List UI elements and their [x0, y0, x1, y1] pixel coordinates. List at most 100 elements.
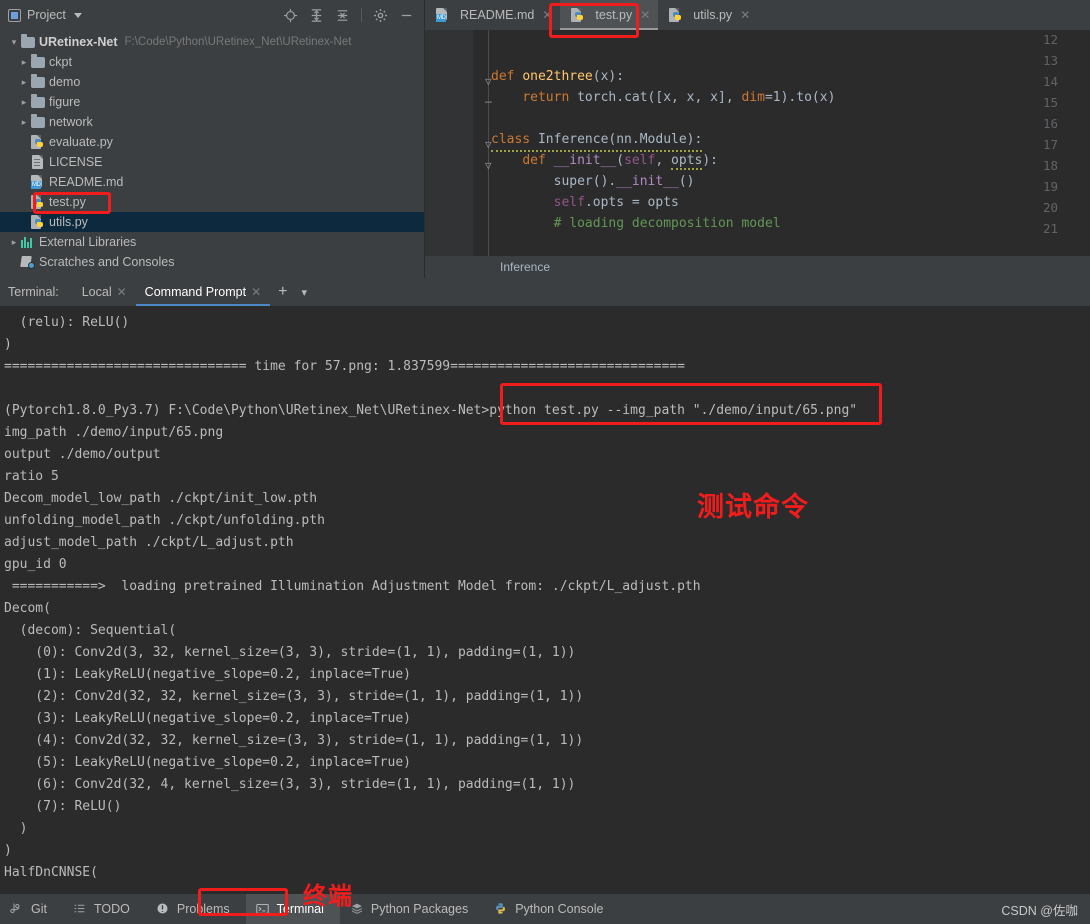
terminal-line: ) — [4, 337, 12, 352]
terminal-line: (4): Conv2d(32, 32, kernel_size=(3, 3), … — [4, 733, 584, 748]
code-line-15: return torch.cat([x, x, x], dim=1).to(x) — [522, 90, 836, 105]
tab-test-py[interactable]: test.py ✕ — [560, 0, 659, 30]
status-item-python-console[interactable]: Python Console — [484, 894, 619, 924]
terminal-output[interactable]: (relu): ReLU() ) =======================… — [0, 306, 1090, 894]
tree-item-label: evaluate.py — [49, 135, 113, 149]
libraries-icon — [20, 236, 35, 248]
line-number: 12 — [1042, 32, 1058, 47]
tab-label: utils.py — [693, 8, 733, 22]
terminal-line: ===========> loading pretrained Illumina… — [4, 579, 701, 594]
status-item-terminal[interactable]: Terminal — [245, 894, 340, 924]
scratches-icon — [19, 255, 35, 269]
terminal-line: (relu): ReLU() — [4, 315, 130, 330]
breadcrumb[interactable]: Inference — [425, 256, 1090, 278]
tree-item-readme-md[interactable]: MD README.md — [0, 172, 424, 192]
tab-utils-py[interactable]: utils.py ✕ — [658, 0, 758, 30]
terminal-line: HalfDnCNNSE( — [4, 865, 98, 880]
code-line-21: # loading decomposition model — [553, 216, 781, 231]
status-item-label: Python Console — [515, 902, 604, 916]
line-number: 19 — [1042, 179, 1058, 194]
tree-item-label: network — [49, 115, 93, 129]
terminal-line: ratio 5 — [4, 469, 59, 484]
status-item-problems[interactable]: Problems — [146, 894, 246, 924]
expand-all-icon[interactable] — [309, 8, 324, 23]
terminal-line: (6): Conv2d(32, 4, kernel_size=(3, 3), s… — [4, 777, 576, 792]
status-item-git[interactable]: Git — [0, 894, 63, 924]
tab-readme-md[interactable]: MD README.md ✕ — [425, 0, 560, 30]
line-number: 18 — [1042, 158, 1058, 173]
terminal-tab-label: Local — [81, 285, 112, 299]
code-line-20: self.opts = opts — [553, 195, 679, 210]
terminal-line: gpu_id 0 — [4, 557, 67, 572]
locate-icon[interactable] — [283, 8, 298, 23]
tree-item-label: LICENSE — [49, 155, 103, 169]
editor-tab-bar: MD README.md ✕ test.py ✕ utils.py ✕ — [425, 0, 1090, 30]
terminal-line: (0): Conv2d(3, 32, kernel_size=(3, 3), s… — [4, 645, 576, 660]
code-line-18: def __init__(self, opts): — [522, 153, 719, 170]
close-icon[interactable]: ✕ — [640, 8, 650, 22]
tree-item-label: README.md — [49, 175, 124, 189]
folder-icon — [30, 93, 45, 108]
tree-item-license[interactable]: LICENSE — [0, 152, 424, 172]
close-icon[interactable]: ✕ — [740, 8, 750, 22]
status-item-label: Terminal — [276, 902, 324, 916]
status-item-python-packages[interactable]: Python Packages — [340, 894, 484, 924]
tree-item-figure[interactable]: figure — [0, 92, 424, 112]
tree-item-uretinex-net[interactable]: URetinex-Net F:\Code\Python\URetinex_Net… — [0, 32, 424, 52]
chevron-right-icon[interactable] — [18, 77, 30, 88]
terminal-line: (7): ReLU() — [4, 799, 122, 814]
chevron-down-icon[interactable]: ▾ — [296, 278, 314, 306]
text-file-icon — [30, 155, 45, 169]
code-editor[interactable]: 12 13 14 15 16 17 18 19 20 21 ▽ ─ ▽ ▽ de… — [425, 30, 1090, 256]
folder-icon — [20, 33, 35, 48]
todo-list-icon — [73, 902, 88, 917]
project-toolbar — [283, 8, 418, 23]
chevron-down-icon[interactable] — [73, 12, 82, 18]
terminal-icon — [255, 902, 271, 917]
tree-item-evaluate-py[interactable]: evaluate.py — [0, 132, 424, 152]
pycharm-window: Project ▾ URetinex-Net F:\Code\Python\UR… — [0, 0, 1090, 924]
chevron-right-icon[interactable] — [8, 237, 20, 248]
project-title-button[interactable]: Project — [8, 8, 82, 22]
code-line-17: class Inference(nn.Module): — [491, 129, 703, 152]
status-item-label: Git — [31, 902, 47, 916]
tree-item-scratches-and-consoles[interactable]: Scratches and Consoles — [0, 252, 424, 272]
tree-item-label: demo — [49, 75, 81, 89]
python-console-icon — [494, 902, 509, 917]
terminal-command-line: (Pytorch1.8.0_Py3.7) F:\Code\Python\URet… — [4, 403, 858, 418]
tree-item-path: F:\Code\Python\URetinex_Net\URetinex-Net — [124, 36, 352, 48]
tab-label: test.py — [595, 8, 633, 22]
code-line-14: def one2three(x): — [491, 69, 625, 84]
chevron-right-icon[interactable] — [18, 57, 30, 68]
chevron-right-icon[interactable] — [18, 117, 30, 128]
terminal-line: (decom): Sequential( — [4, 623, 177, 638]
tree-item-network[interactable]: network — [0, 112, 424, 132]
close-icon[interactable]: ✕ — [117, 285, 127, 299]
watermark: CSDN @佐咖 — [1001, 903, 1078, 918]
tree-item-ckpt[interactable]: ckpt — [0, 52, 424, 72]
chevron-right-icon[interactable] — [18, 97, 30, 108]
chevron-down-icon[interactable] — [8, 37, 20, 48]
gear-icon[interactable] — [373, 8, 388, 23]
terminal-line: output ./demo/output — [4, 447, 161, 462]
terminal-line: (5): LeakyReLU(negative_slope=0.2, inpla… — [4, 755, 411, 770]
minimize-icon[interactable] — [399, 8, 414, 23]
project-panel-title: Project — [27, 8, 66, 22]
collapse-all-icon[interactable] — [335, 8, 350, 23]
project-file-tree[interactable]: URetinex-Net F:\Code\Python\URetinex_Net… — [0, 30, 424, 278]
line-number: 15 — [1042, 95, 1058, 110]
close-icon[interactable]: ✕ — [542, 8, 552, 22]
tree-item-test-py[interactable]: test.py — [0, 192, 424, 212]
close-icon[interactable]: ✕ — [251, 285, 261, 299]
line-number: 17 — [1042, 137, 1058, 152]
tree-item-external-libraries[interactable]: External Libraries — [0, 232, 424, 252]
code-line-19: super().__init__() — [491, 174, 695, 189]
terminal-tab-local[interactable]: Local ✕ — [73, 278, 136, 306]
tree-item-label: utils.py — [49, 215, 88, 229]
new-terminal-tab-button[interactable]: + — [270, 278, 295, 306]
terminal-tab-command-prompt[interactable]: Command Prompt ✕ — [135, 278, 271, 306]
status-item-todo[interactable]: TODO — [63, 894, 146, 924]
tree-item-utils-py[interactable]: utils.py — [0, 212, 424, 232]
status-item-label: TODO — [93, 902, 130, 916]
tree-item-demo[interactable]: demo — [0, 72, 424, 92]
